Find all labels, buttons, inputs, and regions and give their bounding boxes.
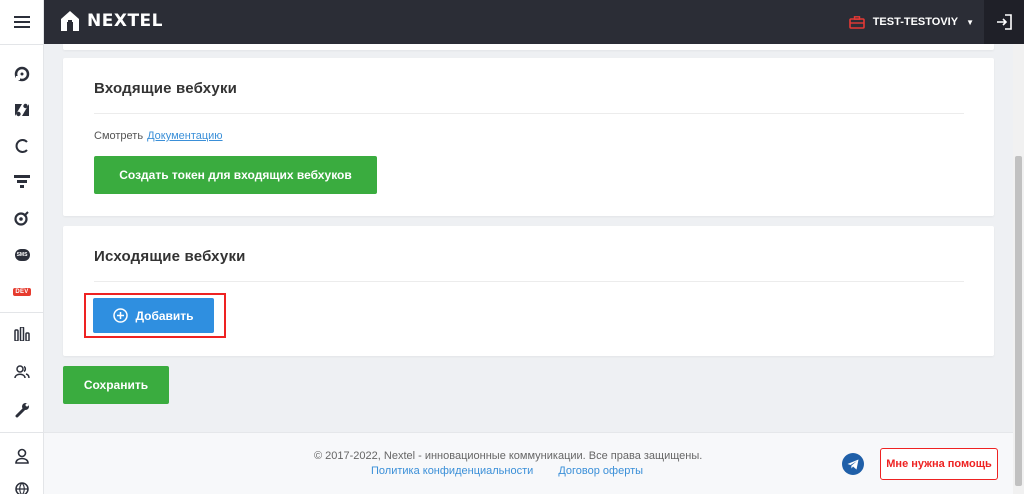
sidebar-item-funnel[interactable] [0,170,44,194]
profile-icon [15,448,29,464]
stats-icon [14,327,30,341]
footer-links: Политика конфиденциальности Договор офер… [371,465,665,477]
card-divider [94,113,964,114]
incoming-webhooks-title: Входящие вебхуки [94,80,238,97]
add-button-label: Добавить [135,308,194,323]
telegram-icon [847,459,859,469]
dev-icon: DEV [13,288,31,296]
sidebar-item-profile[interactable] [0,444,44,468]
sidebar-item-sms[interactable]: SMS [0,243,44,267]
privacy-policy-link[interactable]: Политика конфиденциальности [371,465,533,477]
previous-card-bottom [63,44,994,50]
refresh-icon [15,139,28,153]
view-label: Смотреть [94,130,144,142]
top-navigation-bar: NEXTEL TEST-TESTOVIY ▼ [44,0,1024,44]
wrench-icon [15,403,29,418]
sms-icon: SMS [14,249,30,261]
add-webhook-button[interactable]: Добавить [93,298,214,333]
offer-agreement-link[interactable]: Договор оферты [558,465,643,477]
sidebar-item-stats[interactable] [0,322,44,346]
sidebar: SMS DEV [0,0,44,494]
sidebar-item-target[interactable] [0,206,44,230]
documentation-link[interactable]: Документацию [147,130,223,142]
nextel-logo-icon [61,11,79,31]
copyright-text: © 2017-2022, Nextel - инновационные комм… [314,450,703,462]
outgoing-webhooks-title: Исходящие вебхуки [94,248,246,265]
sidebar-item-users[interactable] [0,360,44,384]
sidebar-divider [0,44,44,45]
briefcase-icon [848,15,865,29]
sidebar-item-globe[interactable] [0,482,44,494]
users-icon [14,365,30,379]
sidebar-item-zendesk[interactable] [0,98,44,122]
telegram-button[interactable] [842,453,864,475]
nextel-logo[interactable]: NEXTEL [59,10,163,32]
create-incoming-token-button[interactable]: Создать токен для входящих вебхуков [94,156,377,194]
footer: © 2017-2022, Nextel - инновационные комм… [44,432,1013,494]
help-button[interactable]: Мне нужна помощь [880,448,998,480]
zendesk-icon [15,103,29,117]
page-scrollbar[interactable] [1013,44,1024,494]
scrollbar-thumb[interactable] [1015,156,1022,486]
sidebar-item-settings[interactable] [0,398,44,422]
sidebar-item-support[interactable] [0,62,44,86]
sidebar-item-dev[interactable]: DEV [0,280,44,304]
account-name: TEST-TESTOVIY [872,16,959,28]
logo-text: NEXTEL [87,11,163,31]
logout-icon [997,14,1012,30]
logout-button[interactable] [984,0,1024,44]
hamburger-menu-button[interactable] [0,0,44,44]
sidebar-item-refresh[interactable] [0,134,44,158]
funnel-icon [14,175,30,188]
hamburger-icon [14,16,30,28]
plus-circle-icon [113,308,129,323]
sidebar-divider [0,312,44,313]
globe-icon [15,482,29,494]
save-button[interactable]: Сохранить [63,366,169,404]
incoming-webhooks-card: Входящие вебхуки Смотреть Документацию Со… [63,58,994,216]
chevron-down-icon: ▼ [966,17,974,27]
support-icon [14,66,30,82]
target-icon [14,211,29,226]
sidebar-divider [0,432,44,433]
outgoing-webhooks-card: Исходящие вебхуки Добавить [63,226,994,356]
view-documentation-text: Смотреть Документацию [94,130,223,142]
account-selector[interactable]: TEST-TESTOVIY ▼ [848,0,974,44]
card-divider [94,281,964,282]
